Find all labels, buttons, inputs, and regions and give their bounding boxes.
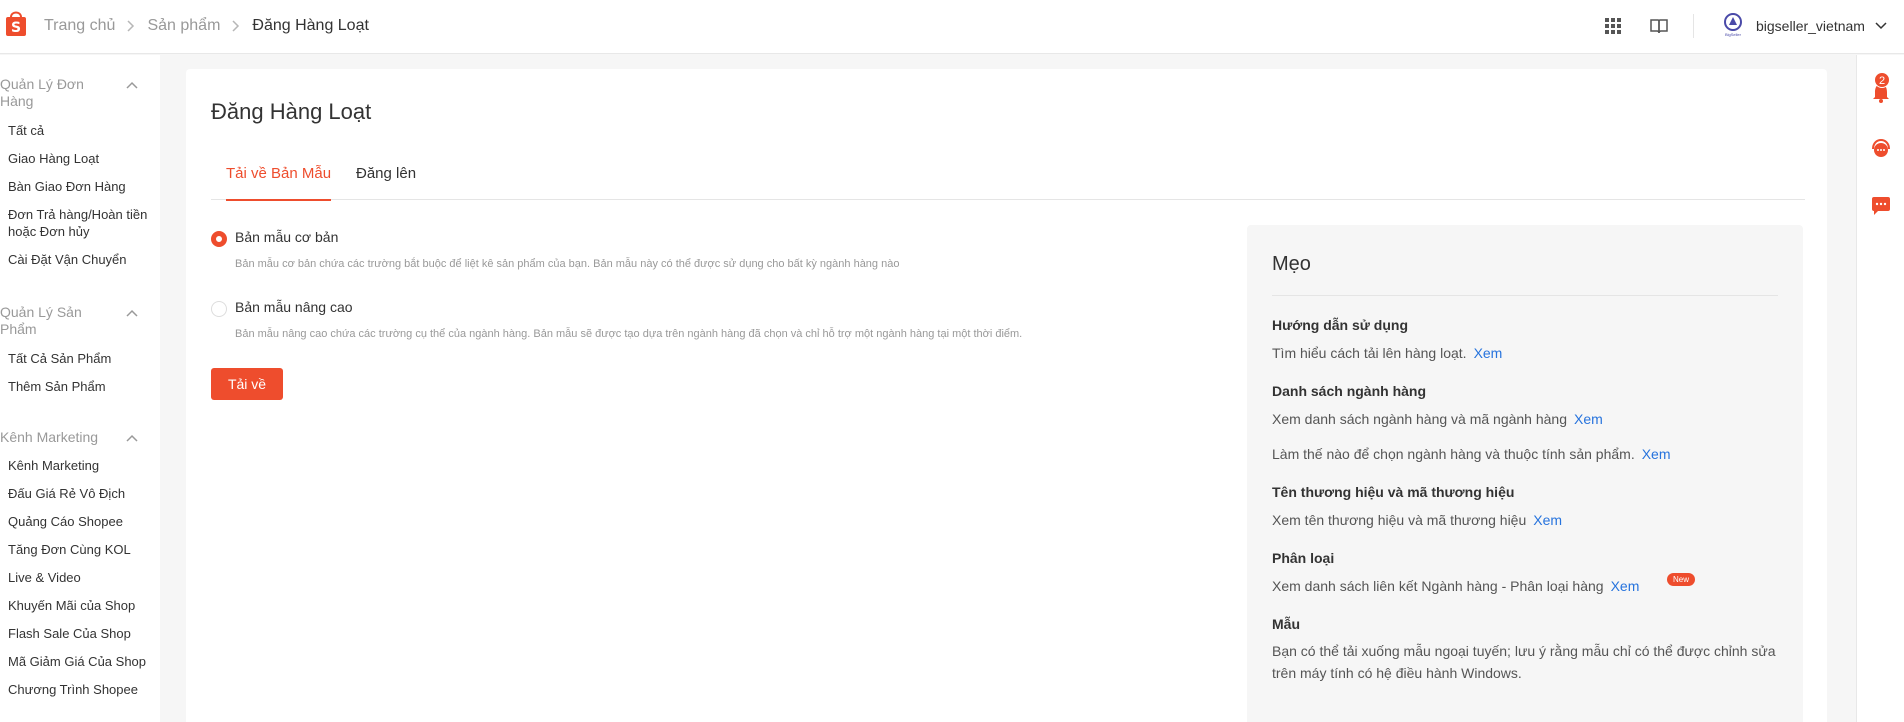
chevron-down-icon bbox=[1875, 22, 1887, 30]
breadcrumb: Trang chủ Sản phẩm Đăng Hàng Loạt bbox=[44, 17, 369, 35]
radio-basic-template[interactable] bbox=[211, 231, 227, 247]
chat-icon[interactable] bbox=[1869, 194, 1893, 218]
chevron-up-icon bbox=[126, 76, 138, 93]
shopee-logo-icon[interactable]: S bbox=[5, 8, 27, 38]
chevron-right-icon bbox=[232, 20, 240, 32]
user-menu[interactable]: BigSeller bigseller_vietnam bbox=[1720, 12, 1887, 40]
bigseller-logo-caption: BigSeller bbox=[1724, 32, 1741, 37]
apps-grid-icon[interactable] bbox=[1602, 15, 1624, 37]
tips-heading-variations: Phân loại bbox=[1272, 550, 1335, 566]
option-description: Bản mẫu cơ bản chứa các trường bắt buộc … bbox=[235, 258, 900, 270]
option-label: Bản mẫu cơ bản bbox=[235, 229, 339, 245]
tab-download-template[interactable]: Tải về Bản Mẫu bbox=[226, 157, 332, 201]
page-title: Đăng Hàng Loạt bbox=[211, 99, 372, 124]
sidebar-item-add-product[interactable]: Thêm Sản Phẩm bbox=[8, 378, 148, 395]
right-rail bbox=[1856, 55, 1904, 722]
tips-heading-categories: Danh sách ngành hàng bbox=[1272, 383, 1427, 399]
breadcrumb-home[interactable]: Trang chủ bbox=[44, 17, 115, 35]
sidebar-group-marketing[interactable]: Kênh Marketing bbox=[0, 429, 150, 446]
notification-count-badge: 2 bbox=[1874, 72, 1891, 88]
radio-advanced-template[interactable] bbox=[211, 301, 227, 317]
sidebar-item-vouchers[interactable]: Mã Giảm Giá Của Shop bbox=[8, 653, 148, 670]
support-headset-icon[interactable] bbox=[1869, 137, 1893, 161]
sidebar-group-title: Quản Lý Sản Phẩm bbox=[0, 304, 82, 337]
tab-upload[interactable]: Đăng lên bbox=[356, 157, 416, 200]
sidebar-item-handover[interactable]: Bàn Giao Đơn Hàng bbox=[8, 178, 148, 195]
sidebar-item-shop-promotions[interactable]: Khuyến Mãi của Shop bbox=[8, 597, 148, 614]
new-badge: New bbox=[1667, 573, 1696, 586]
view-link[interactable]: Xem bbox=[1574, 411, 1603, 427]
sidebar-group-orders[interactable]: Quản Lý Đơn Hàng bbox=[0, 76, 150, 110]
download-button[interactable]: Tải về bbox=[211, 368, 283, 400]
breadcrumb-current: Đăng Hàng Loạt bbox=[252, 17, 369, 34]
sidebar-item-kol[interactable]: Tăng Đơn Cùng KOL bbox=[8, 541, 148, 558]
tips-heading-brands: Tên thương hiệu và mã thương hiệu bbox=[1272, 484, 1515, 500]
sidebar-group-title: Kênh Marketing bbox=[0, 429, 99, 445]
tab-bar: Tải về Bản Mẫu Đăng lên bbox=[211, 157, 1805, 201]
mass-upload-card: Đăng Hàng Loạt Tải về Bản Mẫu Đăng lên B… bbox=[186, 69, 1827, 722]
sidebar-item-shopee-ads[interactable]: Quảng Cáo Shopee bbox=[8, 513, 148, 530]
sidebar-group-title: Quản Lý Đơn Hàng bbox=[0, 76, 84, 109]
sidebar-item-live-video[interactable]: Live & Video bbox=[8, 569, 148, 586]
header-divider bbox=[1693, 14, 1694, 38]
svg-text:S: S bbox=[11, 20, 21, 36]
breadcrumb-products[interactable]: Sản phẩm bbox=[147, 17, 220, 35]
tips-text-guide: Tìm hiểu cách tải lên hàng loạt. Xem bbox=[1272, 345, 1503, 361]
tips-text-brands: Xem tên thương hiệu và mã thương hiệu Xem bbox=[1272, 512, 1563, 528]
option-description: Bản mẫu nâng cao chứa các trường cụ thể … bbox=[235, 328, 1023, 340]
username: bigseller_vietnam bbox=[1756, 18, 1865, 34]
tips-title: Mẹo bbox=[1272, 253, 1311, 275]
tips-text-categories: Xem danh sách ngành hàng và mã ngành hàn… bbox=[1272, 411, 1603, 427]
top-header: S Trang chủ Sản phẩm Đăng Hàng Loạt BigS… bbox=[0, 0, 1904, 54]
chevron-right-icon bbox=[127, 20, 135, 32]
view-link[interactable]: Xem bbox=[1611, 578, 1640, 594]
sidebar: Quản Lý Đơn Hàng Tất cả Giao Hàng Loạt B… bbox=[0, 55, 160, 722]
sidebar-item-auction[interactable]: Đấu Giá Rẻ Vô Địch bbox=[8, 485, 148, 502]
tips-heading-guide: Hướng dẫn sử dụng bbox=[1272, 317, 1408, 333]
tips-text-variations: Xem danh sách liên kết Ngành hàng - Phân… bbox=[1272, 578, 1640, 594]
sidebar-item-mass-ship[interactable]: Giao Hàng Loạt bbox=[8, 150, 148, 167]
view-link[interactable]: Xem bbox=[1642, 446, 1671, 462]
view-link[interactable]: Xem bbox=[1474, 345, 1503, 361]
tips-text-choose-category: Làm thế nào để chọn ngành hàng và thuộc … bbox=[1272, 446, 1671, 462]
option-label: Bản mẫu nâng cao bbox=[235, 299, 353, 315]
bigseller-logo-icon: BigSeller bbox=[1720, 12, 1746, 40]
sidebar-group-products[interactable]: Quản Lý Sản Phẩm bbox=[0, 304, 150, 338]
sidebar-item-shipping-settings[interactable]: Cài Đặt Vận Chuyển bbox=[8, 251, 148, 268]
tips-divider bbox=[1272, 295, 1778, 296]
tips-text-template: Bạn có thể tải xuống mẫu ngoại tuyến; lư… bbox=[1272, 643, 1776, 681]
tips-heading-template: Mẫu bbox=[1272, 616, 1300, 632]
sidebar-item-shopee-programs[interactable]: Chương Trình Shopee bbox=[8, 681, 148, 698]
chevron-up-icon bbox=[126, 304, 138, 321]
sidebar-item-all-orders[interactable]: Tất cả bbox=[8, 122, 148, 139]
sidebar-item-marketing-centre[interactable]: Kênh Marketing bbox=[8, 457, 148, 474]
sidebar-item-flash-sale[interactable]: Flash Sale Của Shop bbox=[8, 625, 148, 642]
tips-panel: Mẹo Hướng dẫn sử dụng Tìm hiểu cách tải … bbox=[1247, 225, 1803, 722]
book-icon[interactable] bbox=[1648, 15, 1670, 37]
view-link[interactable]: Xem bbox=[1533, 512, 1562, 528]
sidebar-item-returns[interactable]: Đơn Trả hàng/Hoàn tiền hoặc Đơn hủy bbox=[8, 206, 148, 240]
sidebar-item-all-products[interactable]: Tất Cả Sản Phẩm bbox=[8, 350, 148, 367]
chevron-up-icon bbox=[126, 429, 138, 446]
